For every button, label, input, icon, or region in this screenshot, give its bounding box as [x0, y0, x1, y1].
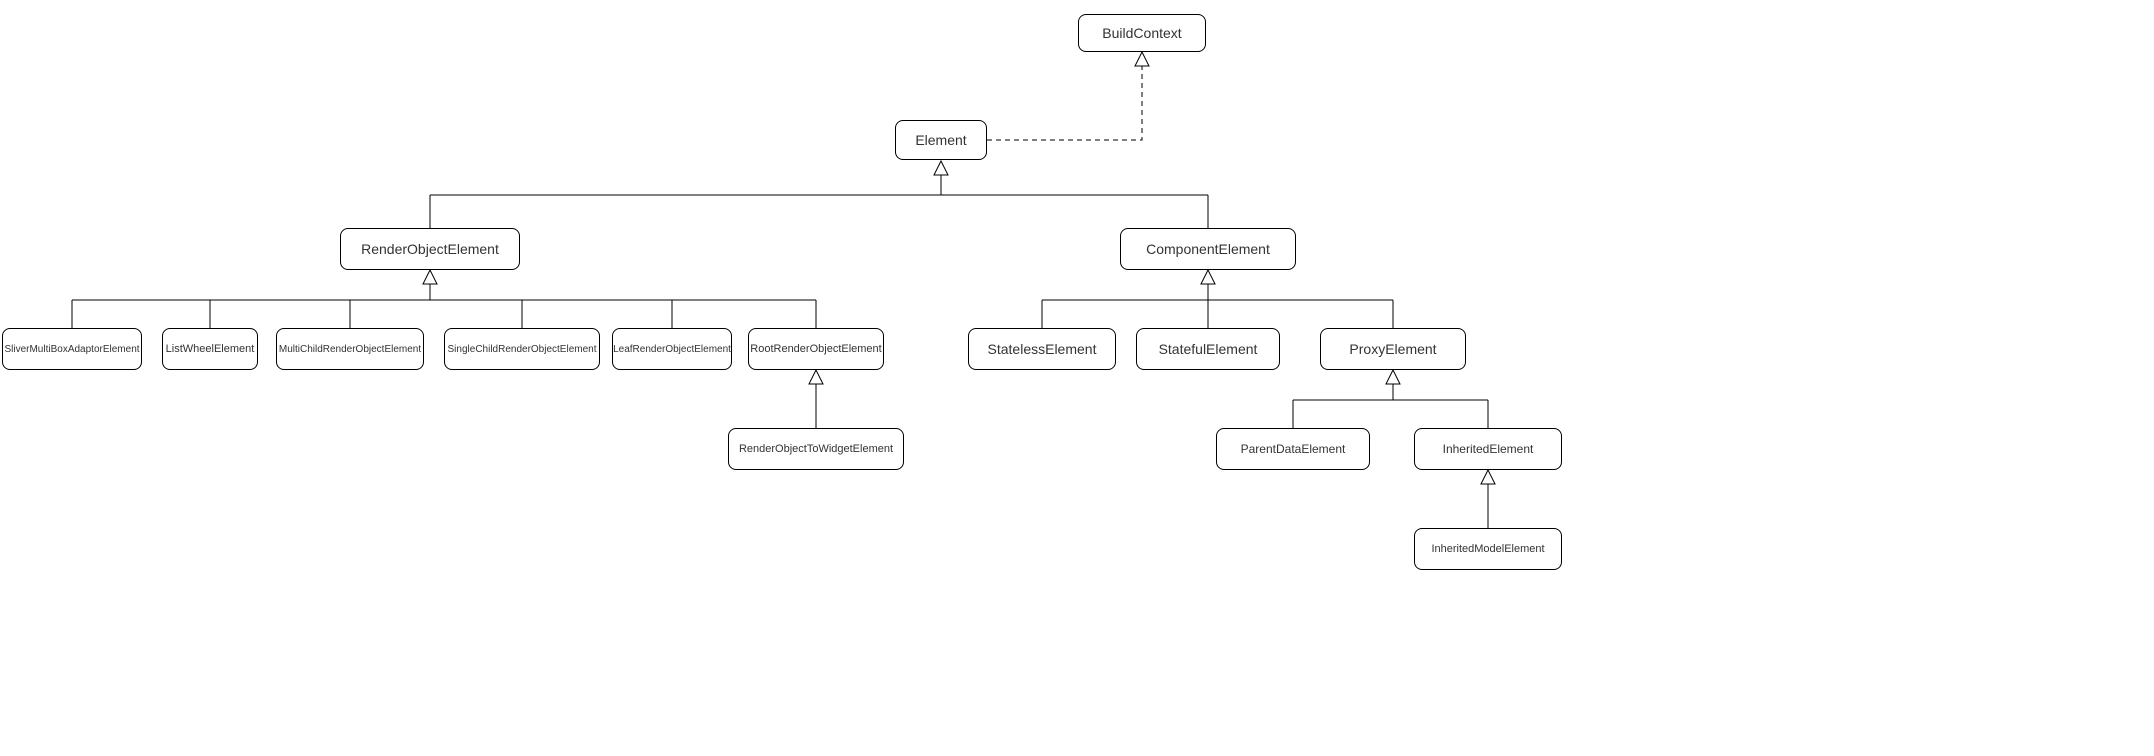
node-label: LeafRenderObjectElement — [613, 344, 731, 355]
node-multichildrenderobjectelement: MultiChildRenderObjectElement — [276, 328, 424, 370]
node-label: BuildContext — [1102, 25, 1181, 41]
node-slivermultiboxadaptorelement: SliverMultiBoxAdaptorElement — [2, 328, 142, 370]
arrowhead-open-icon — [1135, 52, 1149, 66]
node-label: ProxyElement — [1349, 341, 1436, 357]
arrowhead-open-icon — [1386, 370, 1400, 384]
node-label: SliverMultiBoxAdaptorElement — [4, 344, 139, 355]
node-label: MultiChildRenderObjectElement — [279, 344, 421, 355]
node-label: RootRenderObjectElement — [750, 343, 881, 355]
node-element: Element — [895, 120, 987, 160]
diagram-canvas: BuildContext Element RenderObjectElement… — [0, 0, 2154, 756]
node-renderobjectelement: RenderObjectElement — [340, 228, 520, 270]
arrowhead-open-icon — [1481, 470, 1495, 484]
node-buildcontext: BuildContext — [1078, 14, 1206, 52]
node-label: StatelessElement — [988, 341, 1097, 357]
node-label: RenderObjectElement — [361, 241, 499, 257]
node-renderobjecttowidgetelement: RenderObjectToWidgetElement — [728, 428, 904, 470]
node-inheritedmodelelement: InheritedModelElement — [1414, 528, 1562, 570]
node-statefulelement: StatefulElement — [1136, 328, 1280, 370]
node-label: InheritedElement — [1443, 442, 1534, 456]
node-statelesselement: StatelessElement — [968, 328, 1116, 370]
arrowhead-open-icon — [809, 370, 823, 384]
node-listwheelelement: ListWheelElement — [162, 328, 258, 370]
node-componentelement: ComponentElement — [1120, 228, 1296, 270]
node-label: StatefulElement — [1159, 341, 1258, 357]
node-proxyelement: ProxyElement — [1320, 328, 1466, 370]
edge-element-to-buildcontext — [987, 66, 1142, 140]
arrowhead-open-icon — [423, 270, 437, 284]
arrowhead-open-icon — [1201, 270, 1215, 284]
node-inheritedelement: InheritedElement — [1414, 428, 1562, 470]
node-label: RenderObjectToWidgetElement — [739, 443, 893, 455]
node-label: InheritedModelElement — [1431, 543, 1544, 555]
node-singlechildrenderobjectelement: SingleChildRenderObjectElement — [444, 328, 600, 370]
node-rootrenderobjectelement: RootRenderObjectElement — [748, 328, 884, 370]
node-label: ComponentElement — [1146, 241, 1270, 257]
edge-layer — [0, 0, 2154, 756]
node-label: Element — [915, 132, 966, 148]
node-parentdataelement: ParentDataElement — [1216, 428, 1370, 470]
node-label: ListWheelElement — [166, 343, 255, 355]
node-leafrenderobjectelement: LeafRenderObjectElement — [612, 328, 732, 370]
node-label: SingleChildRenderObjectElement — [448, 344, 597, 355]
arrowhead-open-icon — [934, 161, 948, 175]
node-label: ParentDataElement — [1241, 442, 1346, 456]
